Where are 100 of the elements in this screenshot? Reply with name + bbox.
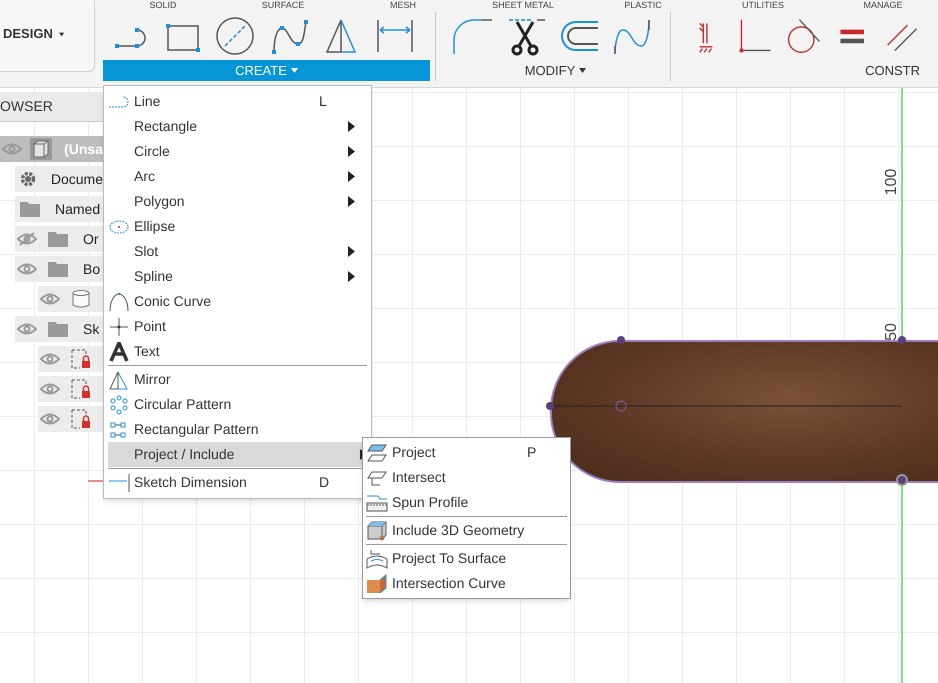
toolbar-tab[interactable]: SURFACE [223,0,343,12]
menu-item[interactable]: Project To Surface [366,546,567,571]
menu-item-label: Text [134,342,161,361]
toolbar-tab[interactable]: UTILITIES [703,0,823,12]
browser-row[interactable]: Named [15,196,103,222]
submenu-arrow-icon [348,196,355,207]
menu-item[interactable]: Line L [108,89,367,114]
folder-icon [47,320,69,338]
toolbar-tab[interactable]: SOLID [103,0,223,12]
menu-item-label: Spline [134,267,174,286]
toolbar-tab[interactable]: SHEET METAL [463,0,583,12]
caret-icon [579,68,586,73]
menu-item[interactable]: Circle [108,139,367,164]
browser-row[interactable]: Sk [15,316,103,342]
toolbar-tab[interactable]: PLASTIC [583,0,703,12]
menu-item-label: Rectangle [134,117,198,136]
menu-item-label: Ellipse [134,217,176,236]
project-icon [366,442,388,462]
menu-item[interactable]: Polygon [108,189,367,214]
shortcut-label: P [527,443,538,462]
tool-group-label[interactable]: CONSTR [681,60,920,81]
browser-item-label: (Unsa [64,140,103,159]
cylinder-icon [71,289,91,309]
workspace-button[interactable]: DESIGN [0,0,95,72]
letter-icon [108,342,130,362]
folder-icon [19,200,41,218]
menu-item-label: Arc [134,167,156,186]
cube-icon [31,139,52,159]
project-to-surface-icon [366,548,388,568]
menu-item[interactable]: Conic Curve [108,289,367,314]
menu-item[interactable]: Rectangle [108,114,367,139]
menu-item-label: Conic Curve [134,292,212,311]
browser-row[interactable]: Docume [15,166,103,192]
shortcut-label: L [319,92,328,111]
axis-label: 50 [882,322,901,343]
point-icon [108,316,130,336]
browser-item-label: Sk [83,320,100,338]
menu-item[interactable]: Spline [108,264,367,289]
menu-item-label: Intersection Curve [392,574,507,593]
menu-item[interactable]: Point [108,314,367,339]
spun-profile-icon [366,492,388,512]
submenu-arrow-icon [348,246,355,257]
menu-item-label: Intersect [392,468,447,487]
locked-sketch-icon [70,348,92,370]
menu-item[interactable]: Slot [108,239,367,264]
gear-icon[interactable] [18,170,37,188]
menu-item-label: Circle [134,142,171,161]
menu-item-label: Include 3D Geometry [392,521,526,540]
menu-item-label: Polygon [134,192,186,211]
menu-item[interactable]: Intersection Curve [366,571,567,596]
origin-axis-line [88,480,104,482]
menu-item[interactable]: Sketch Dimension D [108,470,367,495]
folder-icon [47,230,69,248]
menu-item[interactable]: Arc [108,164,367,189]
tool-group-label[interactable]: MODIFY [446,60,665,81]
menu-item[interactable]: Text [108,339,367,364]
menu-item-label: Project To Surface [392,549,508,568]
browser-row[interactable] [38,406,103,432]
mirror-icon [108,370,130,390]
submenu-arrow-icon [348,146,355,157]
menu-item[interactable]: Ellipse [108,214,367,239]
browser-item-label: Or [83,230,99,248]
menu-item[interactable]: Circular Pattern [108,392,367,417]
axis-label: 100 [882,168,901,197]
browser-item-label: Docume [50,170,103,188]
menu-item-label: Spun Profile [392,493,470,512]
browser-row[interactable]: Bo [15,256,103,282]
menu-item[interactable]: Spun Profile [366,490,567,515]
menu-item[interactable]: Mirror [108,367,367,392]
browser-header[interactable]: OWSER [0,92,103,122]
menu-item-label: Project / Include [134,445,236,464]
submenu-arrow-icon [348,171,355,182]
circle-tool-icon[interactable] [215,16,255,56]
menu-item[interactable]: Rectangular Pattern [108,417,367,442]
menu-item-label: Rectangular Pattern [134,420,260,439]
menu-item-label: Point [134,317,167,336]
browser-row[interactable]: Or [15,226,103,252]
intersection-curve-icon [366,574,388,594]
circular-pattern-icon [108,394,130,414]
menu-item-label: Circular Pattern [134,395,232,414]
menu-item[interactable]: Include 3D Geometry [366,518,567,543]
menu-item-label: Mirror [134,370,172,389]
menu-item[interactable]: Intersect [366,465,567,490]
menu-item-label: Slot [134,242,160,261]
dimension-icon [108,472,130,492]
browser-row[interactable] [38,376,103,402]
toolbar-tab[interactable]: MESH [343,0,463,12]
browser-row[interactable] [38,286,103,312]
menu-item-label: Sketch Dimension [134,473,248,492]
browser-item-label: Bo [83,260,100,278]
shortcut-label: D [319,473,330,492]
conic-curve-icon [108,292,130,312]
caret-icon [58,32,64,36]
cube-icon [366,520,388,540]
caret-icon [290,68,298,73]
toolbar-tab[interactable]: MANAGE [823,0,938,12]
browser-row[interactable] [38,346,103,372]
submenu-arrow-icon [348,271,355,282]
submenu-arrow-icon [348,121,355,132]
locked-sketch-icon [70,378,92,400]
